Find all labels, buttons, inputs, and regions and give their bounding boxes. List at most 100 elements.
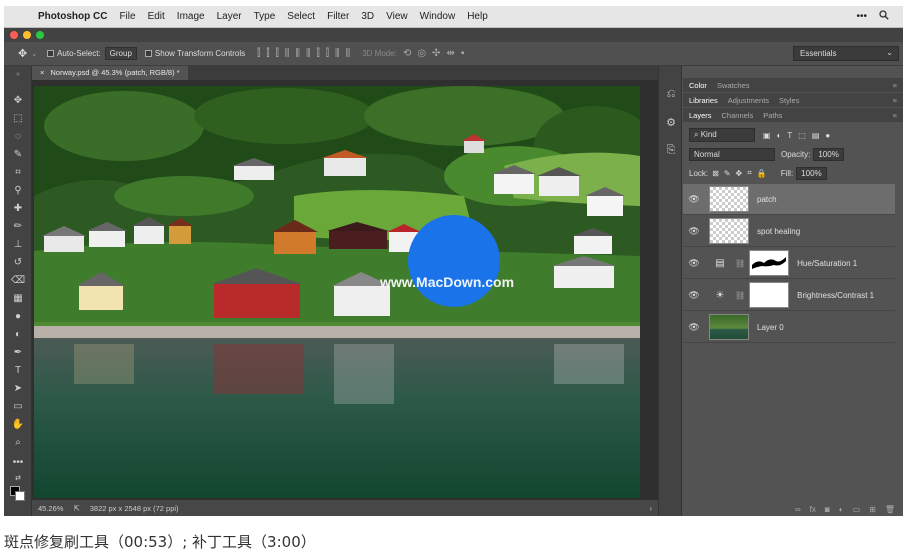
auto-select-dropdown[interactable]: Group [104,47,137,60]
document-tab[interactable]: × Norway.psd @ 45.3% (patch, RGB/8) * [32,66,188,80]
layer-row-brightness-contrast[interactable]: 👁 ☀ ⛓ Brightness/Contrast 1 [683,280,895,311]
marquee-tool-icon[interactable]: ⬚ [10,112,26,126]
tab-channels[interactable]: Channels [722,111,754,120]
gradient-tool-icon[interactable]: ▦ [10,292,26,306]
layer-row-spot-healing[interactable]: 👁 spot healing [683,216,895,247]
layer-style-icon[interactable]: fx [810,505,816,514]
tab-color[interactable]: Color [689,81,707,90]
auto-align-icon[interactable]: ⫼ [346,48,351,59]
delete-layer-icon[interactable]: 🗑 [885,505,895,514]
search-icon[interactable] [879,10,889,23]
path-select-tool-icon[interactable]: ➤ [10,382,26,396]
distribute-icon[interactable]: ⫿ [317,48,320,59]
auto-select-checkbox[interactable] [47,49,57,58]
pen-tool-icon[interactable]: ✒ [10,346,26,360]
new-adjustment-icon[interactable]: ◐ [839,505,844,514]
layer-row-hue-saturation[interactable]: 👁 ▤ ⛓ Hue/Saturation 1 [683,248,895,279]
menu-file[interactable]: File [119,11,135,22]
filter-smart-object-icon[interactable]: ▤ [812,131,820,140]
panel-menu-icon[interactable]: ≡ [893,111,897,120]
align-center-icon[interactable]: ⫿ [266,48,269,59]
visibility-eye-icon[interactable]: 👁 [683,258,705,269]
lock-position-icon[interactable]: ✥ [736,169,743,178]
collapse-toolbox-icon[interactable]: » [10,68,26,82]
history-panel-icon[interactable]: ⎌ [664,88,678,102]
norway-photo[interactable] [34,86,640,498]
align-right-icon[interactable]: ⫿ [276,48,279,59]
lock-transparent-icon[interactable]: ⊠ [712,169,719,178]
clone-stamp-tool-icon[interactable]: ⊥ [10,238,26,252]
new-group-icon[interactable]: ▭ [853,505,861,514]
filter-toggle-icon[interactable]: ● [825,131,830,140]
menu-type[interactable]: Type [254,11,276,22]
close-tab-icon[interactable]: × [40,66,44,80]
swap-colors-icon[interactable]: ⇄ [10,472,26,486]
menu-image[interactable]: Image [177,11,205,22]
show-transform-checkbox[interactable] [144,49,155,58]
tab-swatches[interactable]: Swatches [717,81,750,90]
add-mask-icon[interactable]: ◙ [825,505,830,514]
align-middle-icon[interactable]: ⫼ [295,48,300,59]
move-tool-icon[interactable]: ✥ [18,47,27,60]
menu-filter[interactable]: Filter [327,11,349,22]
lock-artboard-icon[interactable]: ⌗ [747,168,752,178]
history-brush-tool-icon[interactable]: ↺ [10,256,26,270]
eraser-tool-icon[interactable]: ⌫ [10,274,26,288]
menu-select[interactable]: Select [287,11,315,22]
3d-orbit-icon[interactable]: ⟲ [403,48,411,59]
lasso-tool-icon[interactable]: ◌ [10,130,26,144]
shape-tool-icon[interactable]: ▭ [10,400,26,414]
menu-3d[interactable]: 3D [361,11,374,22]
opacity-field[interactable]: 100% [813,147,844,161]
tab-libraries[interactable]: Libraries [689,96,718,105]
menu-app-name[interactable]: Photoshop CC [38,11,107,22]
tab-styles[interactable]: Styles [779,96,799,105]
visibility-eye-icon[interactable]: 👁 [683,194,705,205]
visibility-eye-icon[interactable]: 👁 [683,226,705,237]
distribute-h-icon[interactable]: ⫿ [326,48,329,59]
zoom-level[interactable]: 45.26% [38,504,63,513]
zoom-tool-icon[interactable]: ⌕ [10,436,26,450]
align-bottom-icon[interactable]: ⫼ [306,48,311,59]
filter-adjustment-icon[interactable]: ◐ [777,131,782,140]
properties-panel-icon[interactable]: ⚙ [664,116,678,130]
move-tool-icon[interactable]: ✥ [10,94,26,108]
share-icon[interactable]: ⇱ [73,504,79,513]
more-tools-icon[interactable]: ••• [10,456,26,470]
layer-row-patch[interactable]: 👁 patch [683,184,895,215]
link-layers-icon[interactable]: ∞ [795,505,801,514]
menu-view[interactable]: View [386,11,408,22]
menu-help[interactable]: Help [467,11,488,22]
panel-menu-icon[interactable]: ≡ [893,81,897,90]
filter-pixel-icon[interactable]: ▣ [763,131,771,140]
align-top-icon[interactable]: ⫼ [285,48,290,59]
kind-filter-dropdown[interactable]: ⌕ Kind [689,128,755,142]
crop-tool-icon[interactable]: ⌗ [10,166,26,180]
filter-type-icon[interactable]: T [787,131,792,140]
3d-scale-icon[interactable]: ▪ [461,48,465,59]
blur-tool-icon[interactable]: ● [10,310,26,324]
brush-tool-icon[interactable]: ✏ [10,220,26,234]
hand-tool-icon[interactable]: ✋ [10,418,26,432]
quick-select-tool-icon[interactable]: ✎ [10,148,26,162]
3d-roll-icon[interactable]: ◎ [417,48,426,59]
filter-shape-icon[interactable]: ⬚ [798,131,806,140]
background-color-swatch[interactable] [15,491,25,501]
libraries-panel-icon[interactable]: ⎘ [664,144,678,158]
close-window-icon[interactable] [10,31,18,39]
more-icon[interactable]: ••• [856,11,867,22]
chain-link-icon[interactable]: ⛓ [735,259,745,268]
menu-layer[interactable]: Layer [217,11,242,22]
lock-all-icon[interactable]: 🔒 [757,169,767,178]
tab-layers[interactable]: Layers [689,111,712,120]
3d-slide-icon[interactable]: ⇹ [446,48,454,59]
zoom-window-icon[interactable] [36,31,44,39]
healing-brush-tool-icon[interactable]: ✚ [10,202,26,216]
eyedropper-tool-icon[interactable]: ⚲ [10,184,26,198]
distribute-v-icon[interactable]: ⫼ [335,48,340,59]
status-chevron-right-icon[interactable]: › [650,504,653,513]
menu-window[interactable]: Window [420,11,456,22]
canvas-area[interactable]: www.MacDown.com [32,80,658,500]
panel-menu-icon[interactable]: ≡ [893,96,897,105]
blend-mode-dropdown[interactable]: Normal [689,147,775,161]
